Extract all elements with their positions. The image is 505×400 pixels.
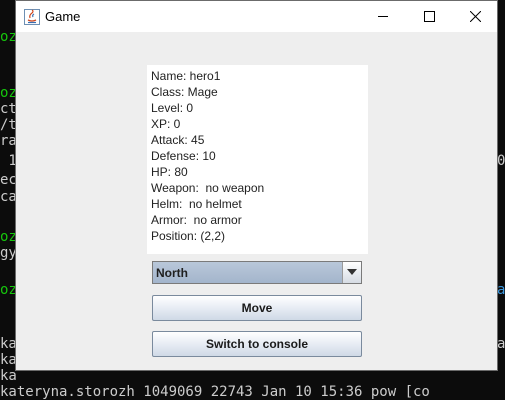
maximize-icon: [424, 11, 435, 22]
java-app-icon: [24, 9, 40, 25]
hero-class: Class: Mage: [151, 85, 218, 99]
minimize-button[interactable]: [360, 1, 406, 32]
switch-to-console-button[interactable]: Switch to console: [152, 331, 362, 357]
hero-defense: Defense: 10: [151, 149, 216, 163]
hero-stats-panel: Name: hero1 Class: Mage Level: 0 XP: 0 A…: [147, 65, 368, 254]
hero-attack: Attack: 45: [151, 133, 205, 147]
maximize-button[interactable]: [406, 1, 452, 32]
hero-level: Level: 0: [151, 101, 194, 115]
hero-weapon: Weapon: no weapon: [151, 181, 265, 195]
hero-helm: Helm: no helmet: [151, 197, 242, 211]
chevron-down-icon: [347, 269, 357, 275]
console-line-bottom: kateryna.storozh 1049069 22743 Jan 10 15…: [0, 384, 430, 400]
direction-select[interactable]: North: [152, 261, 362, 284]
hero-name: Name: hero1: [151, 69, 221, 83]
hero-hp: HP: 80: [151, 165, 188, 179]
close-button[interactable]: [452, 1, 498, 32]
title-bar[interactable]: Game: [16, 1, 497, 32]
hero-position: Position: (2,2): [151, 229, 226, 243]
console-fragment: 0: [497, 153, 505, 169]
hero-armor: Armor: no armor: [151, 213, 242, 227]
dropdown-arrow-button[interactable]: [342, 262, 361, 283]
direction-selected-value: North: [156, 266, 188, 280]
close-icon: [470, 11, 481, 22]
console-fragment: a: [497, 282, 505, 298]
minimize-icon: [378, 16, 388, 17]
hero-xp: XP: 0: [151, 117, 181, 131]
console-fragment: a: [497, 336, 505, 352]
move-button[interactable]: Move: [152, 295, 362, 321]
game-window: Game Name: hero1 Class: Mage Level: 0 XP…: [15, 0, 498, 371]
window-title: Game: [45, 9, 81, 24]
